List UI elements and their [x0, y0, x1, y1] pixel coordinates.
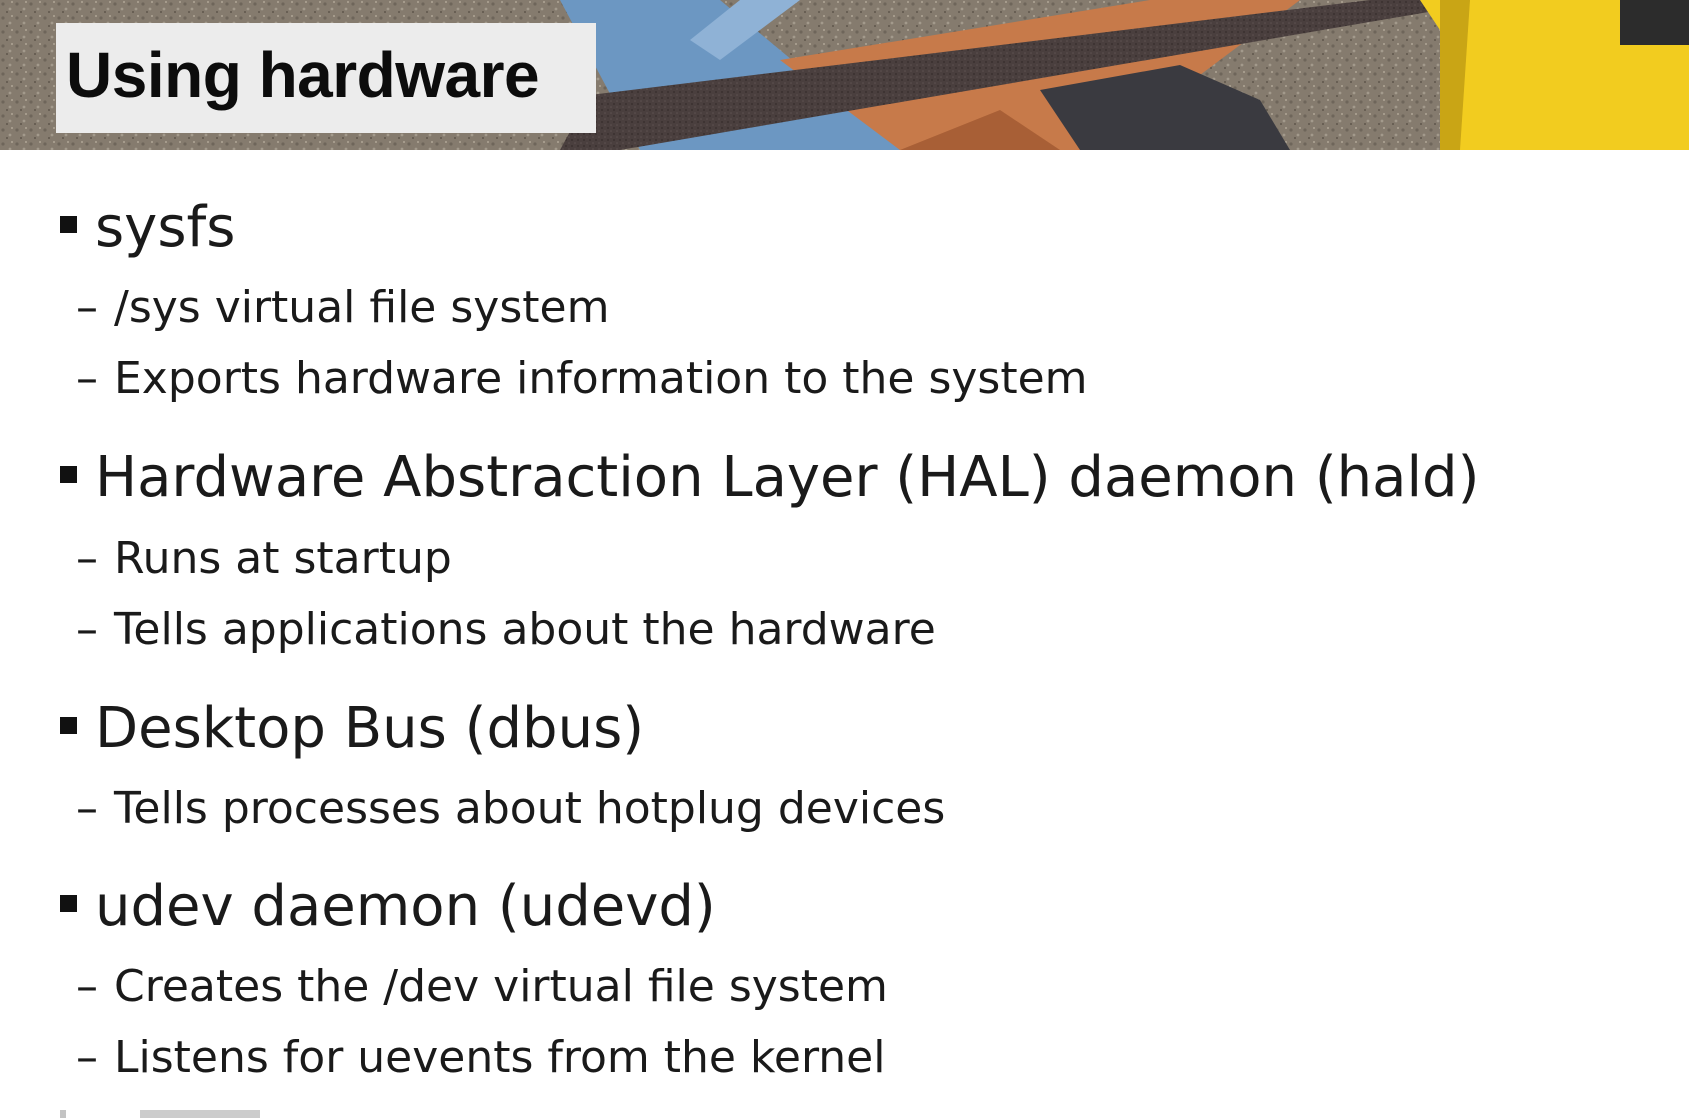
- bullet-text: Desktop Bus (dbus): [95, 696, 645, 761]
- bullet-text: Hardware Abstraction Layer (HAL) daemon …: [95, 445, 1480, 510]
- dash-icon: –: [76, 783, 98, 834]
- sub-item-text: Listens for uevents from the kernel: [114, 1032, 886, 1083]
- square-bullet-icon: [60, 895, 77, 913]
- sub-item-text: Runs at startup: [114, 533, 452, 584]
- slide-content: sysfs –/sys virtual file system – Exports…: [0, 150, 1689, 1118]
- dash-icon: –: [76, 604, 98, 655]
- bullet-dbus: Desktop Bus (dbus): [60, 701, 644, 757]
- bullet-text: udev daemon (udevd): [95, 874, 716, 939]
- sub-item: –/sys virtual file system: [76, 286, 609, 330]
- sub-item: – Creates the /dev virtual file system: [76, 965, 888, 1009]
- title-box: Using hardware: [56, 23, 596, 133]
- bullet-hal: Hardware Abstraction Layer (HAL) daemon …: [60, 450, 1479, 506]
- dash-icon: –: [76, 533, 98, 584]
- sub-item-text: /sys virtual file system: [114, 282, 610, 333]
- bullet-text: sysfs: [95, 195, 236, 260]
- footer-cutoff: [60, 1110, 360, 1118]
- square-bullet-icon: [60, 466, 77, 484]
- sub-item: – Tells applications about the hardware: [76, 608, 936, 652]
- dash-icon: –: [76, 961, 98, 1012]
- header-photo-banner: Using hardware: [0, 0, 1689, 150]
- sub-item-text: Creates the /dev virtual file system: [114, 961, 888, 1012]
- square-bullet-icon: [60, 216, 77, 234]
- sub-item: – Tells processes about hotplug devices: [76, 787, 945, 831]
- dash-icon: –: [76, 282, 98, 333]
- sub-item: – Exports hardware information to the sys…: [76, 357, 1088, 401]
- slide-title: Using hardware: [66, 39, 540, 111]
- square-bullet-icon: [60, 717, 77, 735]
- sub-item-text: Exports hardware information to the syst…: [114, 353, 1088, 404]
- sub-item-text: Tells processes about hotplug devices: [114, 783, 946, 834]
- sub-item: – Runs at startup: [76, 537, 452, 581]
- dash-icon: –: [76, 353, 98, 404]
- sub-item-text: Tells applications about the hardware: [114, 604, 936, 655]
- sub-item: – Listens for uevents from the kernel: [76, 1036, 885, 1080]
- bullet-sysfs: sysfs: [60, 200, 235, 256]
- dash-icon: –: [76, 1032, 98, 1083]
- bullet-udev: udev daemon (udevd): [60, 879, 716, 935]
